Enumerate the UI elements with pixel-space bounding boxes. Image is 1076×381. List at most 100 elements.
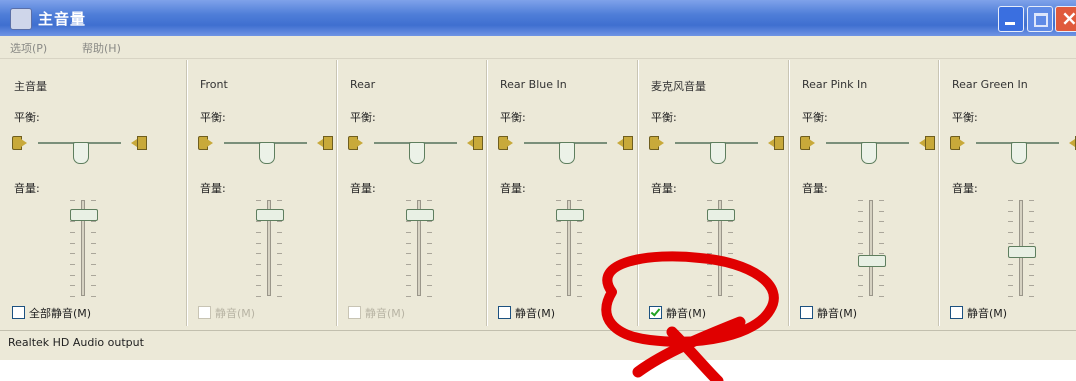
volume-tick xyxy=(1008,285,1013,286)
balance-slider[interactable] xyxy=(649,132,784,164)
checkbox-icon[interactable] xyxy=(348,306,361,319)
volume-thumb[interactable] xyxy=(1008,246,1036,258)
mute-checkbox[interactable]: 静音(M) xyxy=(950,302,1007,320)
volume-tick xyxy=(577,200,582,201)
checkbox-icon[interactable] xyxy=(198,306,211,319)
volume-slider[interactable] xyxy=(396,200,442,297)
volume-thumb[interactable] xyxy=(707,209,735,221)
volume-tick xyxy=(858,285,863,286)
balance-thumb[interactable] xyxy=(408,142,425,164)
mute-checkbox[interactable]: 静音(M) xyxy=(498,302,555,320)
volume-tick xyxy=(728,296,733,297)
menu-bar: 选项(P) 帮助(H) xyxy=(0,36,1076,59)
mute-label: 静音(M) xyxy=(515,306,556,320)
volume-slider[interactable] xyxy=(697,200,743,297)
volume-slider[interactable] xyxy=(246,200,292,297)
volume-tick xyxy=(556,243,561,244)
balance-slider[interactable] xyxy=(12,132,147,164)
balance-track xyxy=(524,142,607,164)
menu-options[interactable]: 选项(P) xyxy=(10,40,47,56)
balance-slider[interactable] xyxy=(198,132,333,164)
channel-name: Rear Green In xyxy=(952,78,1028,91)
balance-track xyxy=(38,142,121,164)
volume-thumb[interactable] xyxy=(858,255,886,267)
balance-slider[interactable] xyxy=(950,132,1076,164)
balance-thumb[interactable] xyxy=(709,142,726,164)
volume-slider[interactable] xyxy=(848,200,894,297)
volume-slider[interactable] xyxy=(546,200,592,297)
volume-tick xyxy=(707,275,712,276)
volume-tick xyxy=(277,253,282,254)
volume-tick xyxy=(277,285,282,286)
channel-panel: Rear Blue In 平衡: 音量: 静音(M) xyxy=(486,60,639,326)
volume-tick xyxy=(577,285,582,286)
volume-tick xyxy=(70,232,75,233)
checkbox-checked-icon[interactable] xyxy=(649,306,662,319)
checkbox-icon[interactable] xyxy=(498,306,511,319)
volume-tick xyxy=(556,253,561,254)
balance-slider[interactable] xyxy=(498,132,633,164)
balance-thumb[interactable] xyxy=(860,142,877,164)
checkbox-icon[interactable] xyxy=(800,306,813,319)
volume-tick xyxy=(879,211,884,212)
volume-tick xyxy=(91,243,96,244)
volume-thumb[interactable] xyxy=(70,209,98,221)
balance-label: 平衡: xyxy=(651,111,677,124)
volume-tick xyxy=(858,243,863,244)
channel-panel: Rear Pink In 平衡: 音量: 静音(M) xyxy=(788,60,940,326)
volume-tick xyxy=(70,221,75,222)
volume-tick xyxy=(70,200,75,201)
volume-tick xyxy=(406,200,411,201)
mute-label: 全部静音(M) xyxy=(29,306,92,320)
status-bar: Realtek HD Audio output xyxy=(0,330,1076,355)
title-bar[interactable]: 主音量 xyxy=(0,0,1076,36)
volume-tick xyxy=(427,285,432,286)
mute-checkbox[interactable]: 静音(M) xyxy=(348,302,405,320)
balance-track xyxy=(826,142,909,164)
channel-name: Rear Pink In xyxy=(802,78,868,91)
mute-checkbox[interactable]: 静音(M) xyxy=(800,302,857,320)
mute-checkbox[interactable]: 静音(M) xyxy=(198,302,255,320)
volume-tick xyxy=(879,243,884,244)
mute-checkbox[interactable]: 全部静音(M) xyxy=(12,302,91,320)
volume-slider[interactable] xyxy=(60,200,106,297)
volume-tick xyxy=(256,243,261,244)
mute-checkbox[interactable]: 静音(M) xyxy=(649,302,706,320)
volume-tick xyxy=(256,200,261,201)
balance-thumb[interactable] xyxy=(258,142,275,164)
volume-tick xyxy=(728,232,733,233)
volume-tick xyxy=(91,296,96,297)
channel-panel: Front 平衡: 音量: 静音(M) xyxy=(186,60,338,326)
volume-label: 音量: xyxy=(200,182,226,195)
volume-tick xyxy=(556,296,561,297)
volume-tick xyxy=(1008,232,1013,233)
balance-thumb[interactable] xyxy=(1010,142,1027,164)
window-title: 主音量 xyxy=(38,10,87,28)
maximize-button[interactable] xyxy=(1027,6,1053,32)
balance-slider[interactable] xyxy=(348,132,483,164)
checkbox-icon[interactable] xyxy=(12,306,25,319)
volume-thumb[interactable] xyxy=(256,209,284,221)
volume-tick xyxy=(91,253,96,254)
balance-track xyxy=(374,142,457,164)
volume-tick xyxy=(1029,285,1034,286)
volume-tick xyxy=(70,264,75,265)
balance-track xyxy=(224,142,307,164)
balance-slider[interactable] xyxy=(800,132,935,164)
minimize-button[interactable] xyxy=(998,6,1024,32)
balance-label: 平衡: xyxy=(500,111,526,124)
checkbox-icon[interactable] xyxy=(950,306,963,319)
volume-slider[interactable] xyxy=(998,200,1044,297)
volume-tick xyxy=(728,243,733,244)
volume-tick xyxy=(858,232,863,233)
balance-thumb[interactable] xyxy=(558,142,575,164)
mute-label: 静音(M) xyxy=(666,306,707,320)
balance-thumb[interactable] xyxy=(72,142,89,164)
volume-thumb[interactable] xyxy=(556,209,584,221)
menu-help[interactable]: 帮助(H) xyxy=(82,40,121,56)
balance-label: 平衡: xyxy=(952,111,978,124)
volume-tick xyxy=(91,200,96,201)
close-button[interactable] xyxy=(1055,6,1076,32)
volume-thumb[interactable] xyxy=(406,209,434,221)
volume-tick xyxy=(556,232,561,233)
